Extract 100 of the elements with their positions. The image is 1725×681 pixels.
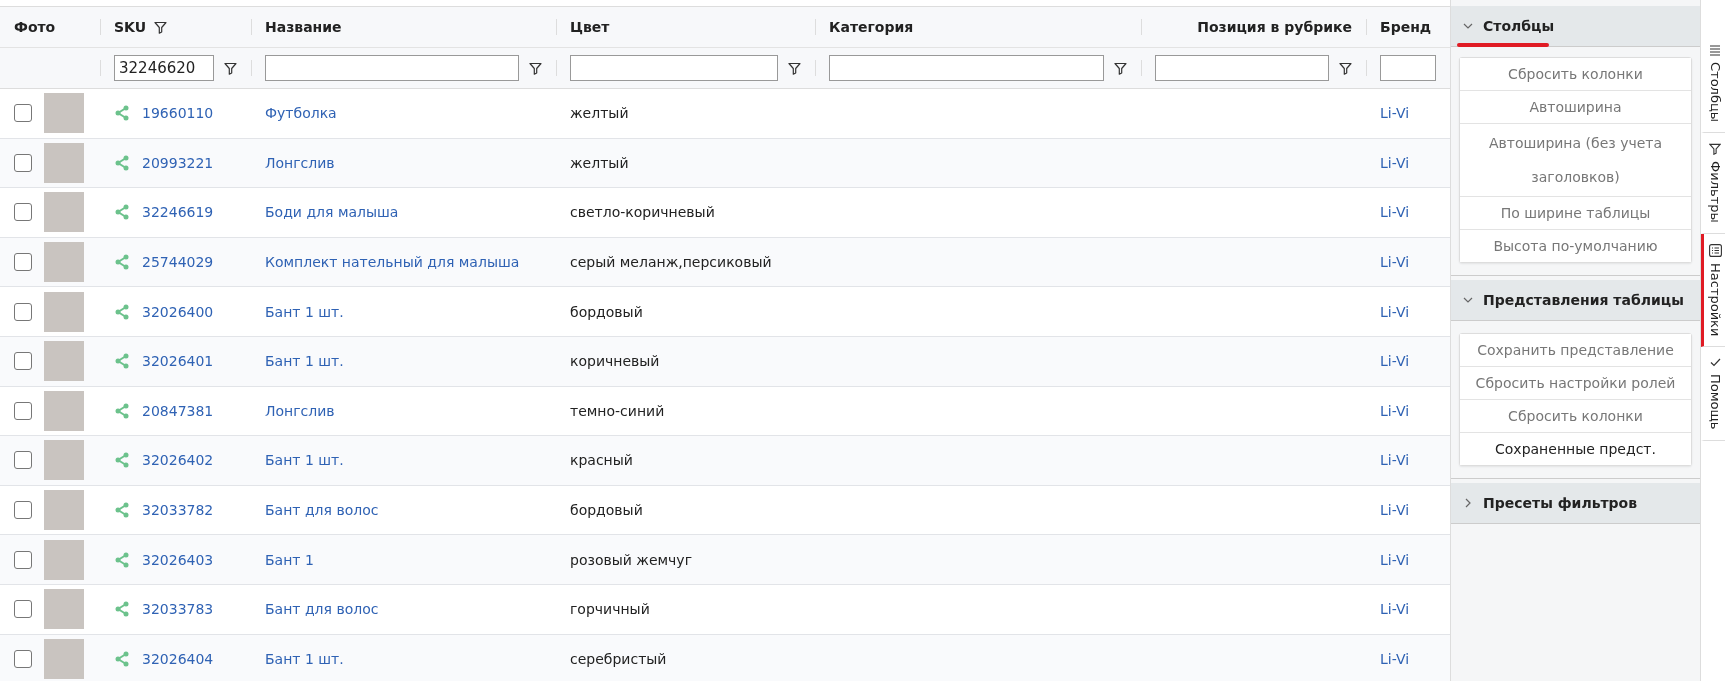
section-header[interactable]: Пресеты фильтров [1451,483,1700,524]
color-text: темно-синий [570,402,665,419]
chevron-icon [1463,21,1473,31]
side-tab[interactable]: Настройки [1701,233,1725,348]
column-header[interactable]: Цвет [570,19,610,35]
photo-placeholder [44,490,84,531]
sku-link[interactable]: 32026400 [142,303,214,320]
sku-link[interactable]: 32033782 [142,502,214,519]
row-checkbox[interactable] [14,302,32,321]
filter-icon[interactable] [1339,61,1352,75]
row-checkbox[interactable] [14,153,32,172]
filter-active-icon[interactable] [154,20,168,34]
sku-link[interactable]: 32246619 [142,204,214,221]
filter-field[interactable] [1380,55,1436,81]
sku-link[interactable]: 32026403 [142,551,214,568]
product-name-link[interactable]: Лонгслив [265,154,335,171]
color-text: желтый [570,105,629,122]
list-icon [1708,243,1722,257]
column-header[interactable]: Бренд [1380,19,1432,35]
photo-placeholder [44,638,84,679]
sku-link[interactable]: 32033783 [142,601,214,618]
row-checkbox[interactable] [14,203,32,222]
brand-link[interactable]: Li-Vi [1380,204,1410,221]
filter-field[interactable] [1155,55,1329,81]
filter-icon[interactable] [529,61,542,75]
row-checkbox[interactable] [14,451,32,470]
filter-icon[interactable] [1114,61,1127,75]
filter-field[interactable] [570,55,778,81]
brand-link[interactable]: Li-Vi [1380,551,1410,568]
filter-field[interactable] [265,55,519,81]
brand-link[interactable]: Li-Vi [1380,154,1410,171]
brand-link[interactable]: Li-Vi [1380,650,1410,667]
product-name-link[interactable]: Боди для малыша [265,204,399,221]
brand-link[interactable]: Li-Vi [1380,105,1410,122]
section-title: Представления таблицы [1483,292,1684,308]
section-title: Столбцы [1483,18,1555,34]
brand-link[interactable]: Li-Vi [1380,601,1410,618]
product-name-link[interactable]: Бант для волос [265,502,379,519]
sku-link[interactable]: 32026401 [142,353,214,370]
color-text: коричневый [570,353,660,370]
row-checkbox[interactable] [14,401,32,420]
column-header[interactable]: Фото [14,19,56,35]
column-header[interactable]: Позиция в рубрике [1197,19,1352,35]
filter-icon[interactable] [224,61,237,75]
filter-field[interactable] [829,55,1104,81]
column-header[interactable]: Категория [829,19,914,35]
chevron-icon [1463,498,1473,508]
photo-placeholder [44,440,84,481]
brand-link[interactable]: Li-Vi [1380,353,1410,370]
sku-link[interactable]: 20993221 [142,154,214,171]
color-text: серый меланж,персиковый [570,254,772,271]
sku-link[interactable]: 19660110 [142,105,214,122]
row-checkbox[interactable] [14,550,32,569]
product-name-link[interactable]: Бант 1 шт. [265,353,344,370]
product-name-link[interactable]: Комплект нательный для малыша [265,254,520,271]
product-name-link[interactable]: Футболка [265,105,337,122]
sku-link[interactable]: 25744029 [142,254,214,271]
sku-link[interactable]: 32026402 [142,452,214,469]
photo-placeholder [44,93,84,134]
color-text: горчичный [570,601,650,618]
photo-placeholder [44,192,84,233]
brand-link[interactable]: Li-Vi [1380,303,1410,320]
row-checkbox[interactable] [14,352,32,371]
section-header[interactable]: Столбцы [1451,6,1700,47]
columns-icon [1709,44,1721,56]
sku-link[interactable]: 32026404 [142,650,214,667]
color-text: серебристый [570,650,667,667]
brand-link[interactable]: Li-Vi [1380,254,1410,271]
photo-placeholder [44,390,84,431]
brand-link[interactable]: Li-Vi [1380,402,1410,419]
photo-placeholder [44,242,84,283]
section-header[interactable]: Представления таблицы [1451,280,1700,321]
photo-placeholder [44,341,84,382]
sku-link[interactable]: 20847381 [142,402,214,419]
column-header[interactable]: Название [265,19,342,35]
section-title: Пресеты фильтров [1483,495,1638,511]
filter-icon[interactable] [788,61,801,75]
check-icon [1709,357,1721,369]
product-name-link[interactable]: Бант 1 [265,551,314,568]
filter-field[interactable]: 32246620 [114,55,214,81]
product-name-link[interactable]: Бант для волос [265,601,379,618]
color-text: бордовый [570,303,643,320]
color-text: желтый [570,154,629,171]
color-text: розовый жемчуг [570,551,692,568]
column-header[interactable]: SKU [114,19,147,35]
chevron-icon [1463,295,1473,305]
product-name-link[interactable]: Бант 1 шт. [265,452,344,469]
photo-placeholder [44,589,84,630]
brand-link[interactable]: Li-Vi [1380,502,1410,519]
product-name-link[interactable]: Лонгслив [265,402,335,419]
product-name-link[interactable]: Бант 1 шт. [265,303,344,320]
row-checkbox[interactable] [14,253,32,272]
product-name-link[interactable]: Бант 1 шт. [265,650,344,667]
row-checkbox[interactable] [14,600,32,619]
brand-link[interactable]: Li-Vi [1380,452,1410,469]
row-checkbox[interactable] [14,649,32,668]
color-text: красный [570,452,633,469]
row-checkbox[interactable] [14,501,32,520]
panel-button[interactable]: Сохраненные предст. [1460,433,1691,465]
row-checkbox[interactable] [14,104,32,123]
